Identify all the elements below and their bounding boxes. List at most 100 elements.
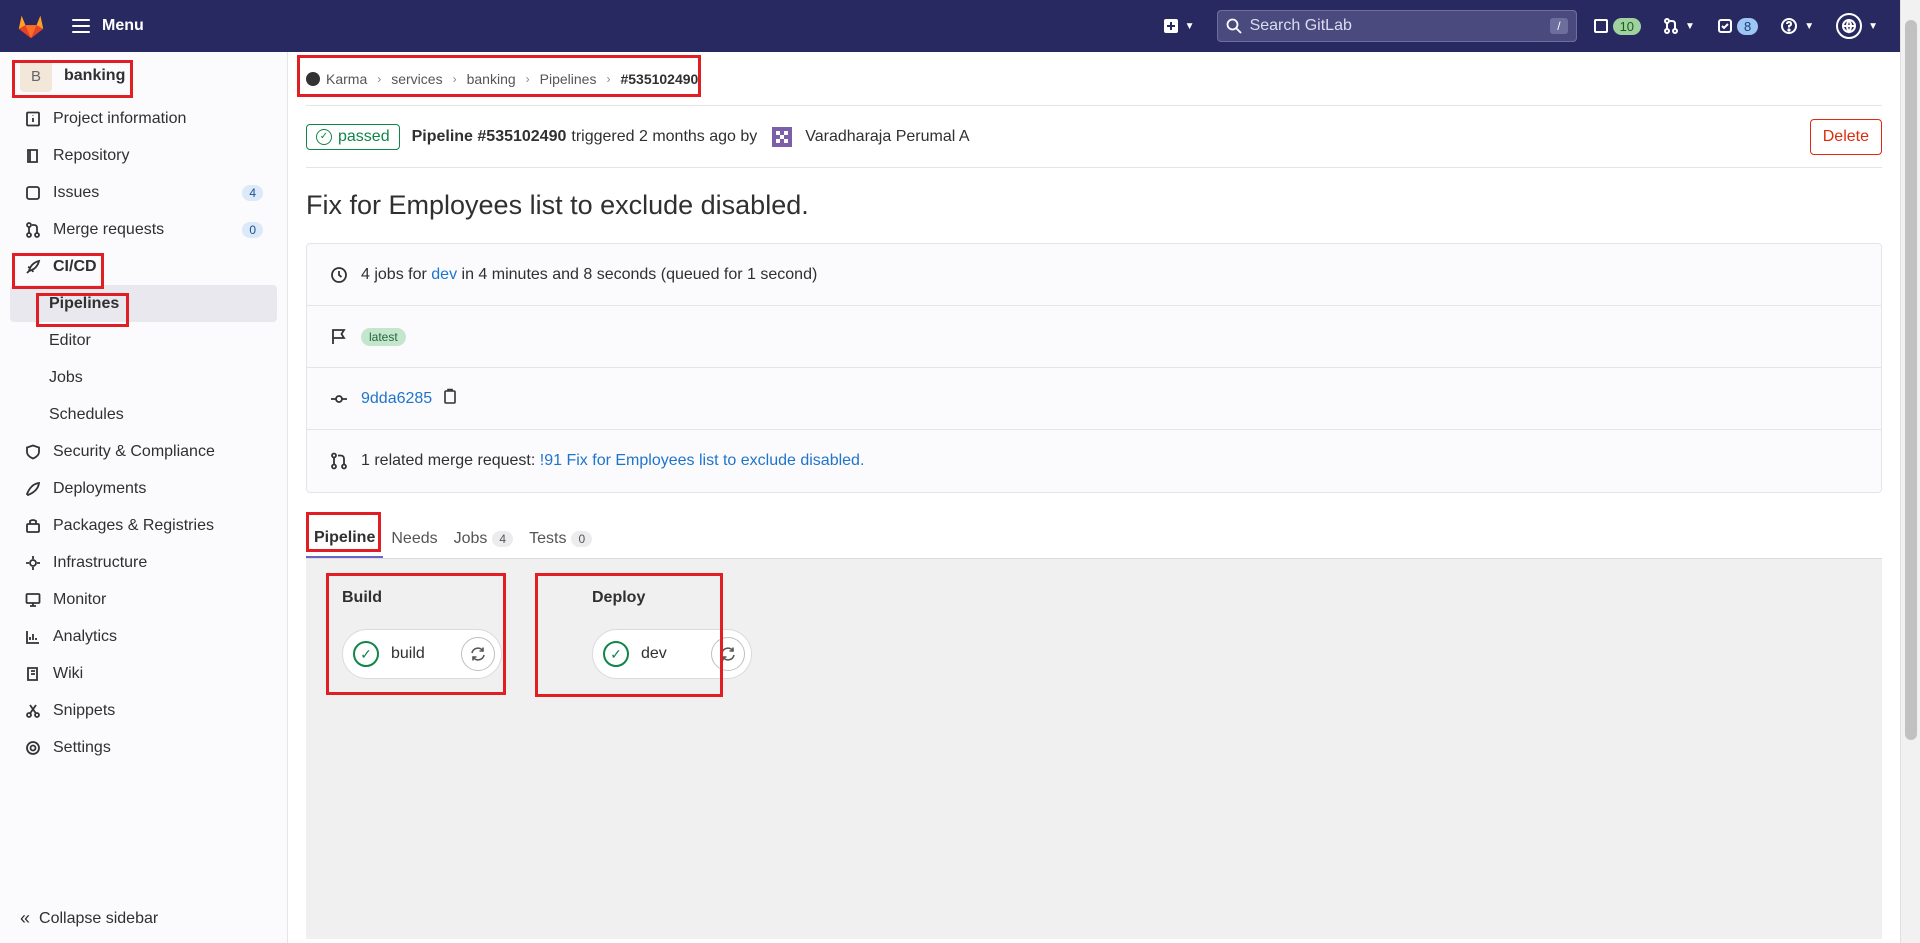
gitlab-logo-icon[interactable] <box>16 11 46 41</box>
retry-icon <box>471 647 485 661</box>
scissors-icon <box>24 702 42 720</box>
sidebar-subitem-editor[interactable]: Editor <box>0 322 287 359</box>
scrollbar-thumb[interactable] <box>1905 20 1917 740</box>
retry-button[interactable] <box>461 637 495 671</box>
sidebar-item-infrastructure[interactable]: Infrastructure <box>0 544 287 581</box>
todos-count-badge: 8 <box>1736 17 1759 35</box>
tab-jobs[interactable]: Jobs 4 <box>446 520 521 558</box>
sidebar-item-label: CI/CD <box>53 257 97 275</box>
pipeline-info-box: 4 jobs for dev in 4 minutes and 8 second… <box>306 243 1882 493</box>
sidebar-item-merge-requests[interactable]: Merge requests 0 <box>0 211 287 248</box>
sidebar-item-project-information[interactable]: Project information <box>0 100 287 137</box>
breadcrumb-karma[interactable]: Karma <box>326 71 367 87</box>
merge-request-icon <box>329 451 349 471</box>
help-icon <box>1781 18 1798 34</box>
todo-check-icon <box>1717 19 1732 33</box>
deployments-icon <box>24 480 42 498</box>
sidebar-item-packages-registries[interactable]: Packages & Registries <box>0 507 287 544</box>
sidebar-item-repository[interactable]: Repository <box>0 137 287 174</box>
breadcrumb-pipeline-id[interactable]: #535102490 <box>620 71 698 87</box>
job-build[interactable]: ✓ build <box>342 629 502 679</box>
tab-needs[interactable]: Needs <box>383 520 445 558</box>
sidebar-item-label: Infrastructure <box>53 553 148 571</box>
sidebar-item-analytics[interactable]: Analytics <box>0 618 287 655</box>
sidebar-item-snippets[interactable]: Snippets <box>0 692 287 729</box>
pipeline-merge-request-row: 1 related merge request: !91 Fix for Emp… <box>307 430 1881 492</box>
stage-title: Build <box>342 589 382 606</box>
sidebar-subitem-jobs[interactable]: Jobs <box>0 359 287 396</box>
issues-icon <box>24 184 42 202</box>
sidebar-item-label: Analytics <box>53 627 118 645</box>
breadcrumb-services[interactable]: services <box>391 71 442 87</box>
user-avatar[interactable] <box>769 124 795 150</box>
duration-text: in 4 minutes and 8 seconds (queued for 1… <box>461 265 818 283</box>
hamburger-icon <box>72 19 90 33</box>
sidebar-item-security-compliance[interactable]: Security & Compliance <box>0 433 287 470</box>
page-scrollbar[interactable] <box>1900 0 1920 943</box>
pipeline-tabs: Pipeline Needs Jobs 4 Tests 0 <box>306 521 1882 559</box>
shield-icon <box>24 443 42 461</box>
branch-link[interactable]: dev <box>431 266 457 284</box>
search-shortcut-key: / <box>1550 18 1568 34</box>
pipeline-title: Pipeline #535102490 <box>411 127 567 145</box>
chevron-down-icon: ▼ <box>1804 20 1815 32</box>
merge-requests-count-badge: 0 <box>242 221 263 238</box>
double-chevron-left-icon: « <box>20 908 31 928</box>
tab-pipeline[interactable]: Pipeline <box>306 520 384 558</box>
sidebar-subitem-pipelines[interactable]: Pipelines <box>10 285 277 322</box>
sidebar-item-wiki[interactable]: Wiki <box>0 655 287 692</box>
monitor-icon <box>24 591 42 609</box>
copy-icon[interactable] <box>442 388 458 409</box>
sidebar-item-settings[interactable]: Settings <box>0 729 287 766</box>
sidebar-item-issues[interactable]: Issues 4 <box>0 174 287 211</box>
commit-sha-link[interactable]: 9dda6285 <box>361 390 432 408</box>
job-dev[interactable]: ✓ dev <box>592 629 752 679</box>
tab-tests[interactable]: Tests 0 <box>521 520 600 558</box>
rocket-icon <box>24 258 42 276</box>
merge-request-link[interactable]: !91 Fix for Employees list to exclude di… <box>540 452 865 470</box>
menu-button[interactable]: Menu <box>72 17 144 35</box>
sidebar-item-cicd[interactable]: CI/CD <box>0 248 287 285</box>
package-icon <box>24 517 42 535</box>
check-circle-icon: ✓ <box>353 641 379 667</box>
project-name: banking <box>64 67 126 84</box>
tab-count-badge: 0 <box>571 531 593 547</box>
status-badge[interactable]: ✓ passed <box>306 123 400 150</box>
group-avatar-icon <box>306 71 320 86</box>
breadcrumb-banking[interactable]: banking <box>467 71 516 87</box>
merge-requests-button[interactable]: ▼ <box>1663 18 1695 34</box>
pipeline-graph: Build ✓ build Deploy ✓ dev <box>306 559 1882 939</box>
sidebar-item-label: Wiki <box>53 664 84 682</box>
new-item-dropdown[interactable]: ▼ <box>1163 18 1195 34</box>
check-circle-icon: ✓ <box>316 128 332 145</box>
sidebar-item-monitor[interactable]: Monitor <box>0 581 287 618</box>
retry-button[interactable] <box>711 637 745 671</box>
sidebar-subitem-schedules[interactable]: Schedules <box>0 396 287 433</box>
sidebar-item-label: Project information <box>53 109 187 127</box>
stage-title: Deploy <box>592 589 646 606</box>
breadcrumb-pipelines[interactable]: Pipelines <box>540 71 597 87</box>
issues-button[interactable]: 10 <box>1593 17 1642 35</box>
flag-icon <box>329 327 349 347</box>
search-input[interactable] <box>1249 17 1551 35</box>
sidebar-item-label: Packages & Registries <box>53 516 214 534</box>
project-header[interactable]: B banking <box>0 52 287 100</box>
issues-icon <box>1593 19 1608 33</box>
search-box[interactable]: / <box>1216 10 1577 42</box>
pipeline-header: ✓ passed Pipeline #535102490 triggered 2… <box>306 106 1882 168</box>
top-navbar: Menu ▼ / 10 ▼ 8 ▼ <box>0 0 1900 52</box>
sidebar-item-deployments[interactable]: Deployments <box>0 470 287 507</box>
collapse-sidebar-button[interactable]: « Collapse sidebar <box>20 908 158 929</box>
sidebar-item-label: Issues <box>53 183 100 201</box>
tab-label: Needs <box>391 530 438 547</box>
user-menu-button[interactable]: ▼ <box>1836 13 1878 39</box>
help-button[interactable]: ▼ <box>1780 17 1814 35</box>
pipeline-duration-row: 4 jobs for dev in 4 minutes and 8 second… <box>307 244 1881 306</box>
todos-button[interactable]: 8 <box>1717 17 1759 35</box>
settings-icon <box>24 739 42 757</box>
chevron-right-icon: › <box>377 71 382 86</box>
user-name-link[interactable]: Varadharaja Perumal A <box>805 128 969 146</box>
delete-button[interactable]: Delete <box>1809 118 1882 155</box>
sidebar-item-label: Snippets <box>53 701 116 719</box>
sidebar-item-label: Deployments <box>53 479 147 497</box>
